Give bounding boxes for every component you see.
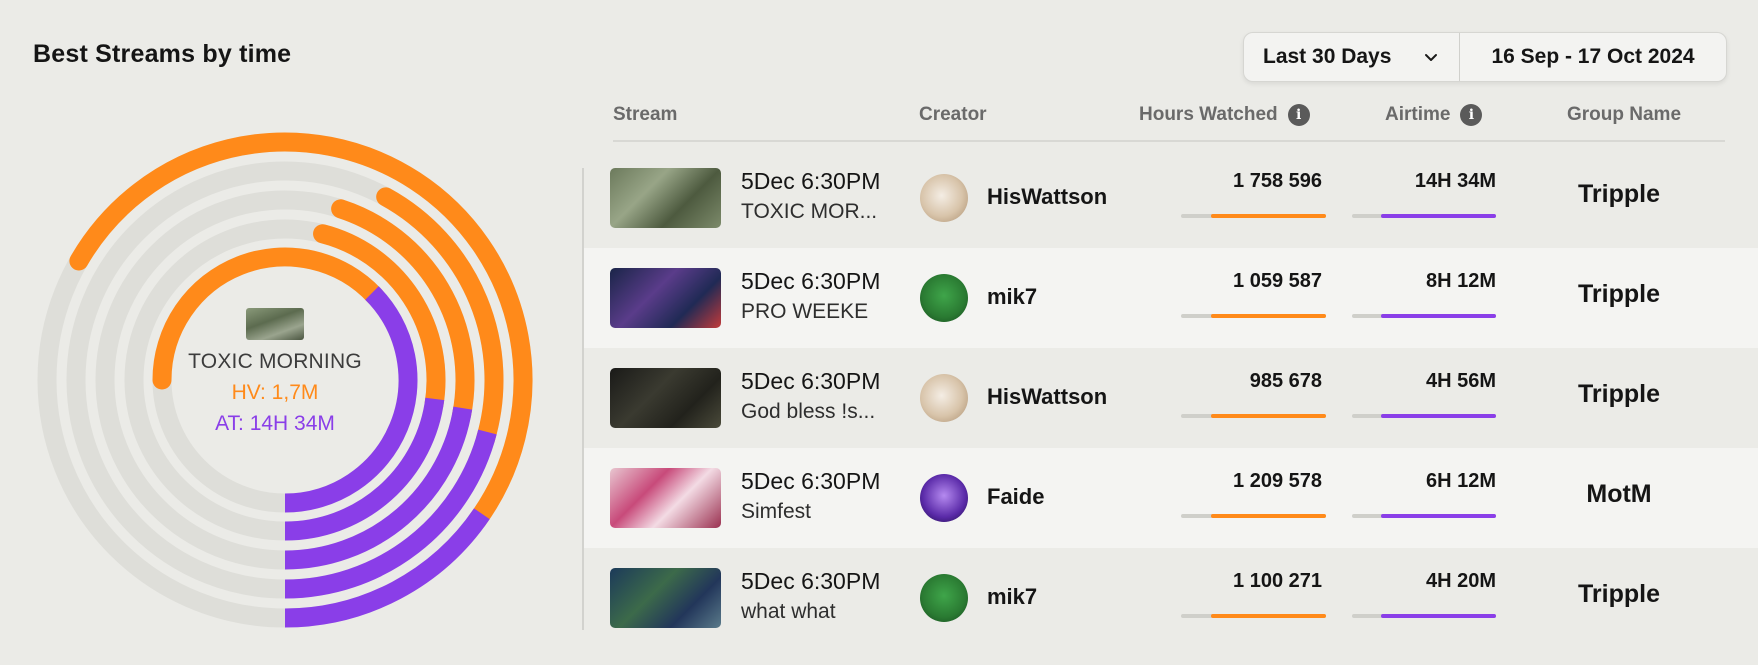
header-group-name[interactable]: Group Name bbox=[1567, 104, 1681, 126]
stream-title: TOXIC MOR... bbox=[741, 200, 878, 223]
header-creator[interactable]: Creator bbox=[919, 104, 987, 126]
table-row[interactable]: 5Dec 6:30PM what what mik7 1 100 271 4H … bbox=[584, 548, 1758, 648]
hours-watched-bar bbox=[1181, 614, 1326, 618]
hours-watched-bar bbox=[1181, 214, 1326, 218]
header-stream[interactable]: Stream bbox=[613, 104, 677, 126]
hours-watched-bar bbox=[1181, 414, 1326, 418]
header-hours-label: Hours Watched bbox=[1139, 104, 1278, 125]
highlight-stream-name: TOXIC MORNING bbox=[188, 350, 362, 373]
group-name[interactable]: Tripple bbox=[1534, 380, 1704, 409]
stream-title: Simfest bbox=[741, 500, 812, 523]
hours-watched-value: 985 678 bbox=[1249, 370, 1322, 392]
hours-watched-value: 1 758 596 bbox=[1233, 170, 1322, 192]
stream-thumbnail[interactable] bbox=[610, 268, 721, 328]
airtime-bar bbox=[1352, 514, 1496, 518]
header-group-label: Group Name bbox=[1567, 104, 1682, 125]
table-row[interactable]: 5Dec 6:30PM TOXIC MOR... HisWattson 1 75… bbox=[584, 148, 1758, 248]
group-name[interactable]: MotM bbox=[1534, 480, 1704, 509]
airtime-bar-fill bbox=[1380, 314, 1496, 318]
group-name[interactable]: Tripple bbox=[1534, 580, 1704, 609]
hours-watched-value: 1 209 578 bbox=[1233, 470, 1322, 492]
airtime-bar-fill bbox=[1380, 414, 1496, 418]
highlight-stream-thumbnail bbox=[246, 308, 304, 340]
header-airtime[interactable]: Airtime i bbox=[1385, 104, 1483, 126]
cat-avatar[interactable] bbox=[920, 174, 968, 222]
header-hours-watched[interactable]: Hours Watched i bbox=[1139, 104, 1310, 126]
creator-name[interactable]: Faide bbox=[987, 484, 1044, 510]
stream-date: 5Dec 6:30PM bbox=[741, 268, 881, 294]
stream-thumbnail[interactable] bbox=[610, 368, 721, 428]
hours-watched-bar-fill bbox=[1211, 314, 1326, 318]
cat-avatar[interactable] bbox=[920, 374, 968, 422]
airtime-bar-fill bbox=[1380, 514, 1496, 518]
hours-watched-bar bbox=[1181, 514, 1326, 518]
stream-date: 5Dec 6:30PM bbox=[741, 468, 881, 494]
best-streams-card: Best Streams by time Last 30 Days 16 Sep… bbox=[0, 0, 1758, 665]
airtime-value: 4H 20M bbox=[1425, 570, 1496, 592]
stream-date: 5Dec 6:30PM bbox=[741, 368, 881, 394]
group-name[interactable]: Tripple bbox=[1534, 280, 1704, 309]
range-select[interactable]: Last 30 Days bbox=[1244, 33, 1460, 81]
airtime-bar-fill bbox=[1380, 614, 1496, 618]
stream-thumbnail[interactable] bbox=[610, 168, 721, 228]
airtime-value: 8H 12M bbox=[1425, 270, 1496, 292]
range-select-label: Last 30 Days bbox=[1263, 45, 1392, 68]
airtime-value: 6H 12M bbox=[1425, 470, 1496, 492]
card-title: Best Streams by time bbox=[33, 40, 292, 68]
header-stream-label: Stream bbox=[613, 104, 678, 125]
creator-name[interactable]: HisWattson bbox=[987, 384, 1107, 410]
hours-watched-bar-fill bbox=[1211, 214, 1326, 218]
date-range-label: 16 Sep - 17 Oct 2024 bbox=[1491, 45, 1695, 68]
streams-table-body: 5Dec 6:30PM TOXIC MOR... HisWattson 1 75… bbox=[584, 148, 1758, 648]
stream-date: 5Dec 6:30PM bbox=[741, 168, 881, 194]
hours-watched-bar-fill bbox=[1211, 414, 1326, 418]
header-airtime-label: Airtime bbox=[1385, 104, 1451, 125]
info-icon[interactable]: i bbox=[1287, 104, 1310, 126]
stream-title: God bless !s... bbox=[741, 400, 876, 423]
donut-center-label: TOXIC MORNING HV: 1,7M AT: 14H 34M bbox=[150, 308, 400, 436]
table-row[interactable]: 5Dec 6:30PM PRO WEEKE mik7 1 059 587 8H … bbox=[584, 248, 1758, 348]
group-name[interactable]: Tripple bbox=[1534, 180, 1704, 209]
creator-name[interactable]: HisWattson bbox=[987, 184, 1107, 210]
hours-watched-value: 1 059 587 bbox=[1233, 270, 1322, 292]
frog-avatar[interactable] bbox=[920, 274, 968, 322]
airtime-bar-fill bbox=[1380, 214, 1496, 218]
stream-title: PRO WEEKE bbox=[741, 300, 869, 323]
hours-watched-bar-fill bbox=[1211, 614, 1326, 618]
stream-thumbnail[interactable] bbox=[610, 468, 721, 528]
date-range-control: Last 30 Days 16 Sep - 17 Oct 2024 bbox=[1243, 32, 1727, 82]
highlight-hours-watched: HV: 1,7M bbox=[231, 381, 319, 404]
creator-name[interactable]: mik7 bbox=[987, 284, 1037, 310]
hours-watched-bar-fill bbox=[1211, 514, 1326, 518]
creator-name[interactable]: mik7 bbox=[987, 584, 1037, 610]
airtime-bar bbox=[1352, 314, 1496, 318]
chevron-down-icon bbox=[1425, 54, 1437, 61]
stream-title: what what bbox=[741, 600, 836, 623]
info-icon[interactable]: i bbox=[1460, 104, 1483, 126]
airtime-bar bbox=[1352, 414, 1496, 418]
stream-thumbnail[interactable] bbox=[610, 568, 721, 628]
hours-watched-value: 1 100 271 bbox=[1233, 570, 1322, 592]
table-header: Stream Creator Hours Watched i Airtime i… bbox=[613, 100, 1725, 142]
table-row[interactable]: 5Dec 6:30PM God bless !s... HisWattson 9… bbox=[584, 348, 1758, 448]
airtime-value: 4H 56M bbox=[1425, 370, 1496, 392]
header-creator-label: Creator bbox=[919, 104, 987, 125]
radial-bar-chart: TOXIC MORNING HV: 1,7M AT: 14H 34M bbox=[30, 118, 540, 638]
stream-date: 5Dec 6:30PM bbox=[741, 568, 881, 594]
airtime-bar bbox=[1352, 214, 1496, 218]
table-row[interactable]: 5Dec 6:30PM Simfest Faide 1 209 578 6H 1… bbox=[584, 448, 1758, 548]
frog-avatar[interactable] bbox=[920, 574, 968, 622]
highlight-airtime: AT: 14H 34M bbox=[215, 412, 335, 435]
airtime-value: 14H 34M bbox=[1414, 170, 1496, 192]
airtime-bar bbox=[1352, 614, 1496, 618]
faide-avatar[interactable] bbox=[920, 474, 968, 522]
date-range-picker[interactable]: 16 Sep - 17 Oct 2024 bbox=[1460, 33, 1726, 81]
hours-watched-bar bbox=[1181, 314, 1326, 318]
